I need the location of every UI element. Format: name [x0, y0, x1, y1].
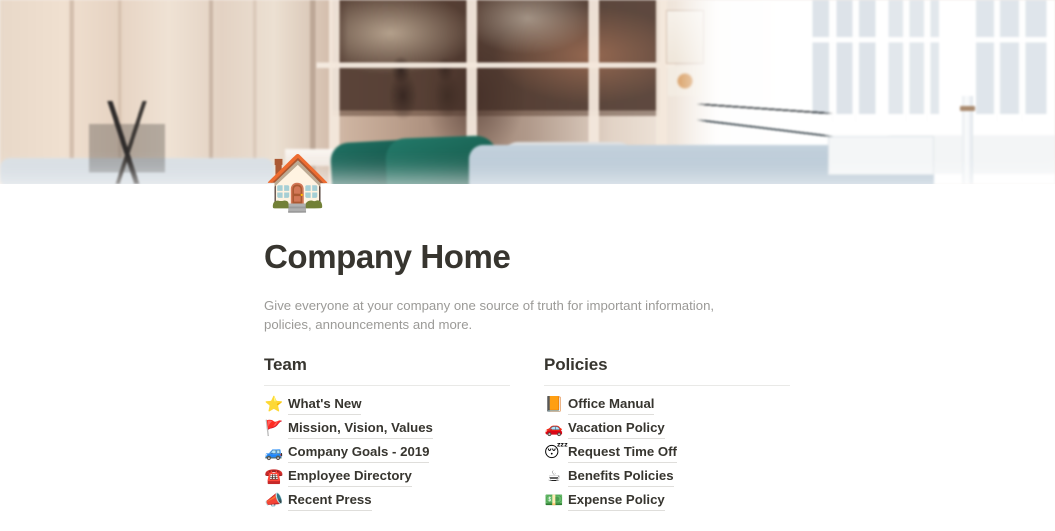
link-label[interactable]: Expense Policy	[568, 490, 665, 511]
page-title[interactable]: Company Home	[264, 237, 1024, 277]
star-icon: ⭐	[264, 395, 284, 414]
column-list: Team ⭐ What's New 🚩 Mission, Vision, Val…	[264, 354, 1024, 512]
megaphone-icon: 📣	[264, 491, 284, 510]
page-cover-image[interactable]	[0, 0, 1055, 184]
link-label[interactable]: Company Goals - 2019	[288, 442, 430, 463]
link-label[interactable]: Benefits Policies	[568, 466, 674, 487]
orange-book-icon: 📙	[544, 395, 564, 414]
triangular-flag-icon: 🚩	[264, 419, 284, 438]
blue-car-icon: 🚙	[264, 443, 284, 462]
column-divider-team	[264, 385, 510, 387]
column-team: Team ⭐ What's New 🚩 Mission, Vision, Val…	[264, 354, 510, 512]
link-label[interactable]: Employee Directory	[288, 466, 412, 487]
house-emoji-icon[interactable]: 🏠	[264, 156, 331, 210]
company-home-page: 🏠 Company Home Give everyone at your com…	[0, 0, 1055, 531]
link-label[interactable]: Request Time Off	[568, 442, 677, 463]
link-label[interactable]: Recent Press	[288, 490, 372, 511]
sleeping-face-icon: 😴	[544, 443, 569, 462]
list-item-request-time-off[interactable]: 😴 Request Time Off	[544, 440, 790, 464]
hot-beverage-icon: ☕	[547, 467, 561, 486]
list-item-recent-press[interactable]: 📣 Recent Press	[264, 488, 510, 512]
list-item-company-goals-2019[interactable]: 🚙 Company Goals - 2019	[264, 440, 510, 464]
red-car-icon: 🚗	[544, 419, 564, 438]
list-item-mission-vision-values[interactable]: 🚩 Mission, Vision, Values	[264, 416, 510, 440]
link-label[interactable]: What's New	[288, 394, 362, 415]
column-policies: Policies 📙 Office Manual 🚗 Vacation Poli…	[544, 354, 790, 512]
list-item-vacation-policy[interactable]: 🚗 Vacation Policy	[544, 416, 790, 440]
list-item-employee-directory[interactable]: ☎️ Employee Directory	[264, 464, 510, 488]
column-heading-team[interactable]: Team	[264, 354, 510, 376]
page-description[interactable]: Give everyone at your company one source…	[264, 297, 734, 334]
cover-bottom-fade	[0, 0, 1055, 184]
list-item-expense-policy[interactable]: 💵 Expense Policy	[544, 488, 790, 512]
list-item-office-manual[interactable]: 📙 Office Manual	[544, 392, 790, 416]
link-label[interactable]: Mission, Vision, Values	[288, 418, 433, 439]
page-content: Company Home Give everyone at your compa…	[0, 184, 1055, 512]
telephone-icon: ☎️	[264, 467, 284, 486]
list-item-whats-new[interactable]: ⭐ What's New	[264, 392, 510, 416]
column-heading-policies[interactable]: Policies	[544, 354, 790, 376]
list-item-benefits-policies[interactable]: ☕ Benefits Policies	[544, 464, 790, 488]
link-label[interactable]: Vacation Policy	[568, 418, 665, 439]
dollar-banknote-icon: 💵	[544, 491, 564, 510]
column-divider-policies	[544, 385, 790, 387]
link-label[interactable]: Office Manual	[568, 394, 655, 415]
